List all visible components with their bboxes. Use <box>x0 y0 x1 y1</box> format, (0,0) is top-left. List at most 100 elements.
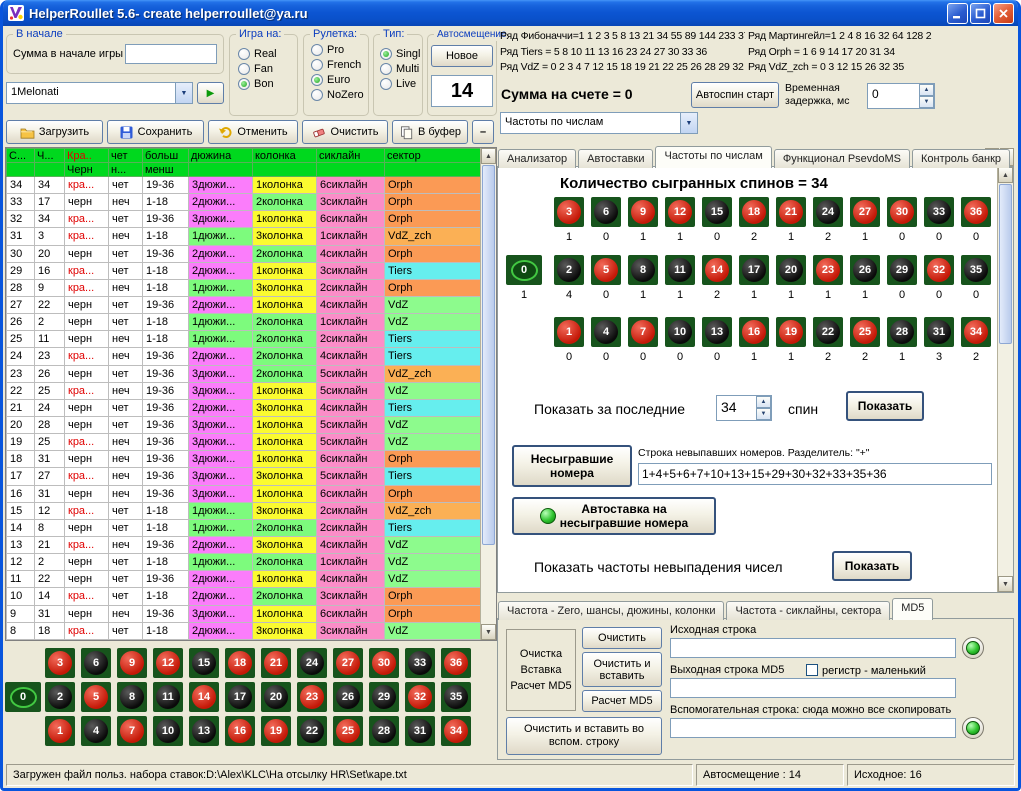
tab-2[interactable]: Автоставки <box>578 149 653 168</box>
md5-source-go-button[interactable] <box>962 637 984 659</box>
md5-calc-button[interactable]: Расчет MD5 <box>582 690 662 712</box>
number-chip-3[interactable]: 3 <box>45 648 75 678</box>
titlebar[interactable]: HelperRoullet 5.6- create helperroullet@… <box>3 0 1018 26</box>
bottom-tab-1[interactable]: Частота - Zero, шансы, дюжины, колонки <box>498 601 724 620</box>
number-chip-2[interactable]: 2 <box>45 682 75 712</box>
radio-option-multi[interactable]: Multi <box>380 63 420 75</box>
number-chip-7[interactable]: 7 <box>117 716 147 746</box>
number-chip-22[interactable]: 22 <box>297 716 327 746</box>
radio-option-live[interactable]: Live <box>380 78 420 90</box>
frequency-scrollbar[interactable]: ▲ ▼ <box>997 167 1013 592</box>
show-last-spinner[interactable]: 34 ▲ ▼ <box>716 395 772 421</box>
number-chip-30[interactable]: 30 <box>369 648 399 678</box>
show-last-down-icon[interactable]: ▼ <box>756 408 771 420</box>
tab-5[interactable]: Контроль банкр <box>912 149 1010 168</box>
md5-aux-input[interactable] <box>670 718 956 738</box>
table-row[interactable]: 148чернчет1-181дюжи...2колонка2сиклайнTi… <box>7 519 481 536</box>
table-row[interactable]: 1925кра...неч19-363дюжи...1колонка5сикла… <box>7 434 481 451</box>
number-chip-19[interactable]: 19 <box>261 716 291 746</box>
bottom-tab-2[interactable]: Частота - сиклайны, сектора <box>726 601 890 620</box>
md5-clear-paste-aux-button[interactable]: Очистить и вставить во вспом. строку <box>506 717 662 755</box>
close-button[interactable] <box>993 3 1014 24</box>
number-chip-28[interactable]: 28 <box>369 716 399 746</box>
delay-down-icon[interactable]: ▼ <box>919 96 934 108</box>
table-row[interactable]: 1631черннеч19-363дюжи...1колонка6сиклайн… <box>7 485 481 502</box>
chevron-down-icon[interactable]: ▼ <box>680 113 697 133</box>
number-chip-27[interactable]: 27 <box>333 648 363 678</box>
md5-clear-paste-button[interactable]: Очистить и вставить <box>582 652 662 687</box>
table-row[interactable]: 2028чернчет19-363дюжи...1колонка5сиклайн… <box>7 416 481 433</box>
md5-clear-button[interactable]: Очистить <box>582 627 662 649</box>
number-chip-35[interactable]: 35 <box>441 682 471 712</box>
table-row[interactable]: 313кра...неч1-181дюжи...3колонка1сиклайн… <box>7 228 481 245</box>
table-row[interactable]: 1321кра...неч19-362дюжи...3колонка4сикла… <box>7 536 481 553</box>
number-chip-5[interactable]: 5 <box>81 682 111 712</box>
number-chip-8[interactable]: 8 <box>117 682 147 712</box>
table-row[interactable]: 1014кра...чет1-182дюжи...2колонка3сиклай… <box>7 588 481 605</box>
tab-4[interactable]: Функционал PsevdoMS <box>774 149 910 168</box>
minus-button[interactable]: – <box>472 120 494 144</box>
frequency-scroll-thumb[interactable] <box>999 184 1012 344</box>
number-chip-32[interactable]: 32 <box>405 682 435 712</box>
tab-1[interactable]: Анализатор <box>498 149 576 168</box>
number-chip-10[interactable]: 10 <box>153 716 183 746</box>
table-row[interactable]: 1512кра...чет1-181дюжи...3колонка2сиклай… <box>7 502 481 519</box>
number-chip-17[interactable]: 17 <box>225 682 255 712</box>
number-chip-1[interactable]: 1 <box>45 716 75 746</box>
chevron-down-icon[interactable]: ▼ <box>175 83 192 103</box>
table-row[interactable]: 2511черннеч1-181дюжи...2колонка2сиклайнT… <box>7 331 481 348</box>
table-row[interactable]: 289кра...неч1-181дюжи...3колонка2сиклайн… <box>7 279 481 296</box>
number-chip-31[interactable]: 31 <box>405 716 435 746</box>
play-button[interactable]: ▶ <box>197 82 224 104</box>
number-chip-16[interactable]: 16 <box>225 716 255 746</box>
radio-option-real[interactable]: Real <box>238 48 277 60</box>
autospin-start-button[interactable]: Автоспин старт <box>691 82 779 108</box>
number-chip-4[interactable]: 4 <box>81 716 111 746</box>
number-chip-25[interactable]: 25 <box>333 716 363 746</box>
number-chip-9[interactable]: 9 <box>117 648 147 678</box>
radio-option-fan[interactable]: Fan <box>238 63 277 75</box>
md5-source-input[interactable] <box>670 638 956 658</box>
autobet-missed-button[interactable]: Автоставка на несыгравшие номера <box>512 497 716 535</box>
copy-to-buffer-button[interactable]: В буфер <box>392 120 468 144</box>
new-shift-button[interactable]: Новое <box>431 45 493 67</box>
scroll-up-icon[interactable]: ▲ <box>481 148 496 164</box>
delay-spinner[interactable]: 0 ▲ ▼ <box>867 83 935 109</box>
number-chip-18[interactable]: 18 <box>225 648 255 678</box>
preset-combobox[interactable]: 1Melonati ▼ <box>6 82 193 104</box>
table-row[interactable]: 2124чернчет19-362дюжи...3колонка4сиклайн… <box>7 399 481 416</box>
scroll-up-icon[interactable]: ▲ <box>998 167 1013 183</box>
show-button[interactable]: Показать <box>846 391 924 421</box>
table-row[interactable]: 2423кра...неч19-362дюжи...2колонка4сикла… <box>7 348 481 365</box>
number-chip-24[interactable]: 24 <box>297 648 327 678</box>
number-chip-21[interactable]: 21 <box>261 648 291 678</box>
number-chip-36[interactable]: 36 <box>441 648 471 678</box>
table-row[interactable]: 3234кра...чет19-363дюжи...1колонка6сикла… <box>7 211 481 228</box>
scroll-down-icon[interactable]: ▼ <box>998 576 1013 592</box>
table-row[interactable]: 3020чернчет19-362дюжи...2колонка4сиклайн… <box>7 245 481 262</box>
radio-option-pro[interactable]: Pro <box>311 44 364 56</box>
number-chip-14[interactable]: 14 <box>189 682 219 712</box>
table-row[interactable]: 1727кра...неч19-363дюжи...3колонка5сикла… <box>7 468 481 485</box>
table-row[interactable]: 2722чернчет19-362дюжи...1колонка4сиклайн… <box>7 296 481 313</box>
table-row[interactable]: 3434кра...чет19-363дюжи...1колонка6сикла… <box>7 177 481 194</box>
show-last-up-icon[interactable]: ▲ <box>756 396 771 408</box>
missed-numbers-button[interactable]: Несыгравшие номера <box>512 445 632 487</box>
radio-option-singl[interactable]: Singl <box>380 48 420 60</box>
table-row[interactable]: 3317черннеч1-182дюжи...2колонка3сиклайнO… <box>7 194 481 211</box>
number-chip-13[interactable]: 13 <box>189 716 219 746</box>
show-missing-freq-button[interactable]: Показать <box>832 551 912 581</box>
table-row[interactable]: 1831черннеч19-363дюжи...1колонка6сиклайн… <box>7 451 481 468</box>
table-row[interactable]: 931черннеч19-363дюжи...1колонка6сиклайнO… <box>7 605 481 622</box>
number-chip-23[interactable]: 23 <box>297 682 327 712</box>
table-row[interactable]: 262чернчет1-181дюжи...2колонка1сиклайнVd… <box>7 314 481 331</box>
table-row[interactable]: 2326чернчет19-363дюжи...2колонка5сиклайн… <box>7 365 481 382</box>
start-sum-input[interactable] <box>125 44 217 64</box>
table-row[interactable]: 818кра...чет1-182дюжи...3колонка3сиклайн… <box>7 622 481 639</box>
table-row[interactable]: 2225кра...неч19-363дюжи...1колонка5сикла… <box>7 382 481 399</box>
number-chip-26[interactable]: 26 <box>333 682 363 712</box>
radio-option-nozero[interactable]: NoZero <box>311 89 364 101</box>
save-button[interactable]: Сохранить <box>107 120 204 144</box>
missed-string-input[interactable] <box>638 463 992 485</box>
number-chip-29[interactable]: 29 <box>369 682 399 712</box>
